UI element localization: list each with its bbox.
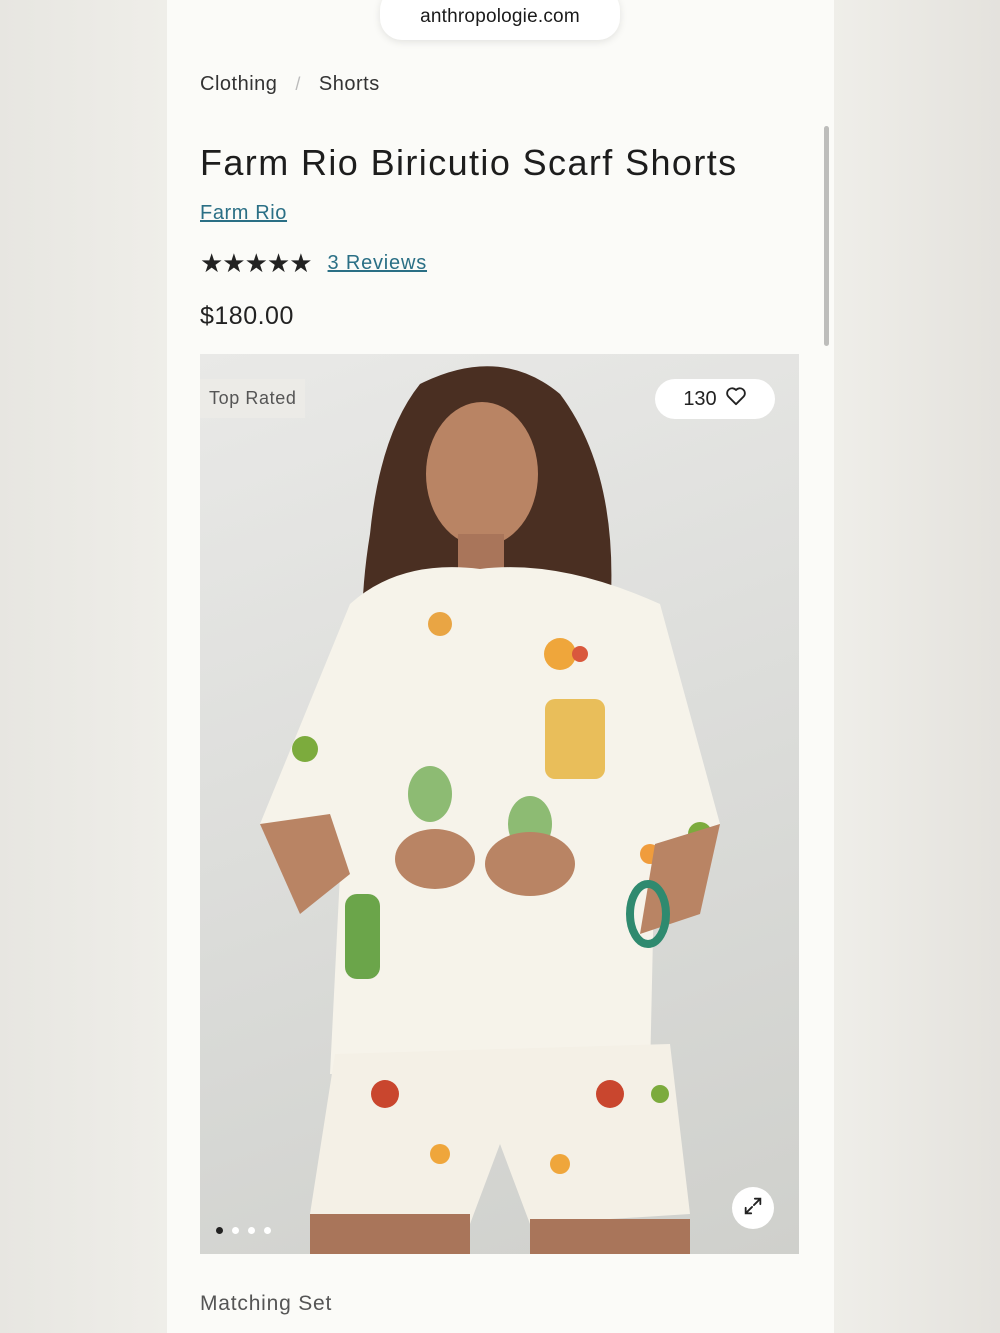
carousel-dot-4[interactable] (264, 1227, 271, 1234)
expand-button[interactable] (732, 1187, 774, 1229)
breadcrumb-item-shorts[interactable]: Shorts (319, 73, 380, 96)
right-backdrop (834, 0, 1000, 1333)
matching-set-heading: Matching Set (200, 1292, 333, 1315)
carousel-dot-3[interactable] (248, 1227, 255, 1234)
product-price: $180.00 (200, 302, 294, 330)
breadcrumb-separator: / (295, 74, 301, 94)
product-page: anthropologie.com Clothing / Shorts Farm… (167, 0, 834, 1333)
star-rating: ★★★★★ (200, 248, 313, 278)
scrollbar[interactable] (824, 126, 829, 346)
brand-link[interactable]: Farm Rio (200, 202, 287, 225)
like-count: 130 (683, 387, 717, 410)
rating-row: ★★★★★ 3 Reviews (200, 248, 427, 279)
product-title: Farm Rio Biricutio Scarf Shorts (200, 142, 738, 183)
reviews-link[interactable]: 3 Reviews (328, 252, 427, 275)
carousel-dot-1[interactable] (216, 1227, 223, 1234)
left-backdrop (0, 0, 167, 1333)
top-rated-badge: Top Rated (200, 379, 306, 418)
breadcrumb-item-clothing[interactable]: Clothing (200, 73, 277, 96)
heart-icon (725, 386, 747, 412)
carousel-pagination (216, 1227, 271, 1234)
expand-icon (742, 1195, 764, 1222)
url-text: anthropologie.com (420, 6, 580, 27)
breadcrumb: Clothing / Shorts (200, 73, 380, 96)
address-bar[interactable]: anthropologie.com (380, 0, 620, 40)
carousel-dot-2[interactable] (232, 1227, 239, 1234)
like-button[interactable]: 130 (655, 379, 775, 419)
product-image-carousel[interactable]: Top Rated 130 (200, 354, 799, 1254)
product-photo (260, 366, 720, 1254)
